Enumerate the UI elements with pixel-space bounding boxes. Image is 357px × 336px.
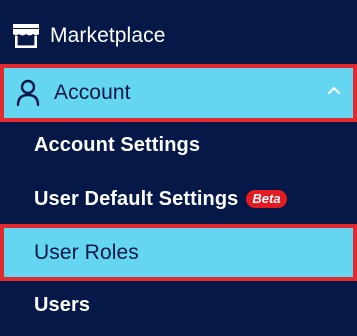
- sidebar-subitem-users[interactable]: Users: [0, 281, 357, 329]
- user-icon: [16, 78, 46, 108]
- sidebar-subitem-label: Account Settings: [34, 133, 201, 156]
- sidebar-subitem-user-default-settings[interactable]: User Default Settings Beta: [0, 175, 357, 223]
- sidebar-subitem-account-settings[interactable]: Account Settings: [0, 121, 357, 169]
- sidebar-item-label: Account: [54, 81, 131, 104]
- chevron-up-icon[interactable]: [325, 82, 343, 100]
- storefront-icon: [12, 21, 42, 51]
- sidebar-nav: Marketplace Account Account Settings Use…: [0, 0, 357, 336]
- sidebar-subitem-label: Users: [34, 293, 91, 316]
- beta-badge: Beta: [246, 190, 287, 208]
- sidebar-item-account[interactable]: Account: [0, 64, 357, 122]
- sidebar-item-label: Marketplace: [50, 24, 166, 47]
- sidebar-subitem-label: User Default Settings: [34, 187, 239, 210]
- sidebar-subitem-label: User Roles: [34, 240, 139, 264]
- sidebar-subitem-user-roles[interactable]: User Roles: [0, 224, 357, 281]
- sidebar-item-marketplace[interactable]: Marketplace: [0, 12, 357, 60]
